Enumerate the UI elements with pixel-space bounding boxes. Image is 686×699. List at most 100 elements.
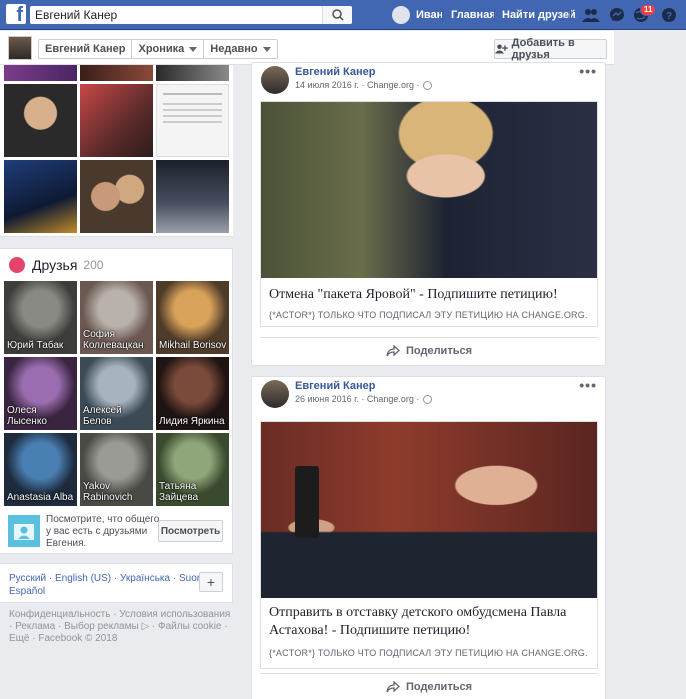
photo-thumbnail[interactable] <box>80 84 153 157</box>
friend-requests-icon[interactable] <box>582 7 600 23</box>
add-friend-icon <box>495 44 508 54</box>
share-label: Поделиться <box>405 680 473 693</box>
share-icon <box>386 344 400 356</box>
chevron-down-icon <box>189 46 198 52</box>
photo-thumbnail[interactable] <box>80 160 153 233</box>
profile-thumbnail[interactable] <box>8 36 32 60</box>
share-button[interactable]: Поделиться <box>260 337 598 363</box>
friend-name: София Коллевацкан <box>83 329 144 351</box>
profile-name-label: Евгений Канер <box>45 43 126 55</box>
nav-user-link[interactable]: Иван <box>392 6 443 24</box>
notifications-badge: 11 <box>640 4 657 16</box>
timeline-dropdown[interactable]: Хроника <box>132 40 205 58</box>
friend-name: Юрий Табак <box>7 340 64 351</box>
photo-thumbnail[interactable] <box>80 65 153 81</box>
recent-label: Недавно <box>210 43 258 55</box>
avatar <box>392 6 410 24</box>
photo-thumbnail[interactable] <box>156 65 229 81</box>
link-preview-title: Отправить в отставку детского омбудсмена… <box>269 605 567 638</box>
more-options-icon[interactable]: ••• <box>579 377 597 393</box>
post-meta: 14 июля 2016 г. · Change.org · <box>295 80 433 90</box>
phone-shape <box>295 466 319 538</box>
post-source-link[interactable]: Change.org <box>367 394 414 404</box>
post-card: Евгений Канер 26 июня 2016 г. · Change.o… <box>251 376 606 699</box>
photos-grid <box>0 65 233 237</box>
friend-name: Mikhail Borisov <box>159 340 227 351</box>
friends-count: 200 <box>83 258 104 272</box>
post-author-link[interactable]: Евгений Канер <box>295 66 375 78</box>
meta-separator: · <box>413 80 420 90</box>
search-button[interactable] <box>322 6 352 24</box>
link-preview-image <box>261 102 597 278</box>
top-bar: f Иван Главная Найти друзей 11 ? <box>0 0 686 30</box>
friend-name: Anastasia Alba <box>7 492 74 503</box>
friend-name: Лидия Яркина <box>159 416 225 427</box>
friend-tile[interactable]: Алексей Белов <box>80 357 153 430</box>
link-preview-card[interactable]: Отправить в отставку детского омбудсмена… <box>260 421 598 669</box>
more-options-icon[interactable]: ••• <box>579 63 597 79</box>
friend-tile[interactable]: София Коллевацкан <box>80 281 153 354</box>
share-button[interactable]: Поделиться <box>260 673 598 699</box>
photo-thumbnail[interactable] <box>4 65 77 81</box>
help-icon[interactable]: ? <box>660 7 678 23</box>
link-preview-title: Отмена "пакета Яровой" - Подпишите петиц… <box>269 287 558 302</box>
mutual-friends-prompt: Посмотрите, что общего у вас есть с друз… <box>8 512 228 550</box>
profile-name-link[interactable]: Евгений Канер <box>39 40 133 58</box>
nav-find-friends-link[interactable]: Найти друзей <box>502 9 576 21</box>
friend-name: Алексей Белов <box>83 405 122 427</box>
see-mutual-button[interactable]: Посмотреть <box>158 520 223 542</box>
nav-user-name: Иван <box>416 9 444 21</box>
post-meta: 26 июня 2016 г. · Change.org · <box>295 394 433 404</box>
friend-tile[interactable]: Татьяна Зайцева <box>156 433 229 506</box>
meta-separator: · <box>358 80 367 90</box>
language-link-espanol[interactable]: Español <box>9 586 45 597</box>
chevron-down-icon <box>262 46 271 52</box>
post-date[interactable]: 14 июля 2016 г. <box>295 80 359 90</box>
mutual-friends-text: Посмотрите, что общего у вас есть с друз… <box>46 514 160 549</box>
friend-tile[interactable]: Юрий Табак <box>4 281 77 354</box>
avatar[interactable] <box>261 380 289 408</box>
avatar[interactable] <box>261 66 289 94</box>
friends-section: Друзья 200 Юрий Табак София Коллевацкан … <box>0 248 233 554</box>
friend-tile[interactable]: Олеся Лысенко <box>4 357 77 430</box>
photo-thumbnail[interactable] <box>4 84 77 157</box>
profile-menu: Евгений Канер Хроника Недавно <box>38 39 278 59</box>
nav-divider <box>494 9 495 21</box>
add-friend-label: Добавить в друзья <box>511 37 575 61</box>
friend-name: Олеся Лысенко <box>7 405 47 427</box>
footer-links[interactable]: Конфиденциальность · Условия использован… <box>9 609 231 645</box>
friend-tile[interactable]: Anastasia Alba <box>4 433 77 506</box>
document-photo-thumbnail[interactable] <box>156 84 229 157</box>
friend-tile[interactable]: Mikhail Borisov <box>156 281 229 354</box>
search-box <box>30 6 352 24</box>
meta-separator: · <box>413 394 420 404</box>
language-links[interactable]: Русский · English (US) · Українська · Su… <box>9 573 213 584</box>
share-icon <box>386 680 400 692</box>
nav-home-link[interactable]: Главная <box>451 9 496 21</box>
link-preview-image <box>261 422 597 598</box>
link-preview-card[interactable]: Отмена "пакета Яровой" - Подпишите петиц… <box>260 101 598 327</box>
facebook-logo-icon[interactable]: f <box>6 4 26 24</box>
friend-name: Yakov Rabinovich <box>83 481 133 503</box>
photo-thumbnail[interactable] <box>156 160 229 233</box>
search-icon <box>332 9 344 21</box>
search-input[interactable] <box>30 6 320 24</box>
recent-dropdown[interactable]: Недавно <box>204 40 276 58</box>
friends-header[interactable]: Друзья 200 <box>9 257 103 273</box>
messenger-icon[interactable] <box>608 7 626 23</box>
more-languages-button[interactable]: + <box>199 572 223 592</box>
profile-nav-bar: Евгений Канер Хроника Недавно Добавить в… <box>0 31 614 65</box>
post-date[interactable]: 26 июня 2016 г. <box>295 394 359 404</box>
timeline-label: Хроника <box>138 43 185 55</box>
friend-tile[interactable]: Лидия Яркина <box>156 357 229 430</box>
photo-thumbnail[interactable] <box>4 160 77 233</box>
post-author-link[interactable]: Евгений Канер <box>295 380 375 392</box>
public-globe-icon <box>423 394 433 404</box>
nav-divider <box>442 9 443 21</box>
friends-title: Друзья <box>32 257 78 273</box>
add-friend-button[interactable]: Добавить в друзья <box>494 37 607 61</box>
share-label: Поделиться <box>405 344 473 357</box>
post-source-link[interactable]: Change.org <box>367 80 414 90</box>
link-preview-subtitle: {*ACTOR*} ТОЛЬКО ЧТО ПОДПИСАЛ ЭТУ ПЕТИЦИ… <box>269 310 588 320</box>
friend-tile[interactable]: Yakov Rabinovich <box>80 433 153 506</box>
